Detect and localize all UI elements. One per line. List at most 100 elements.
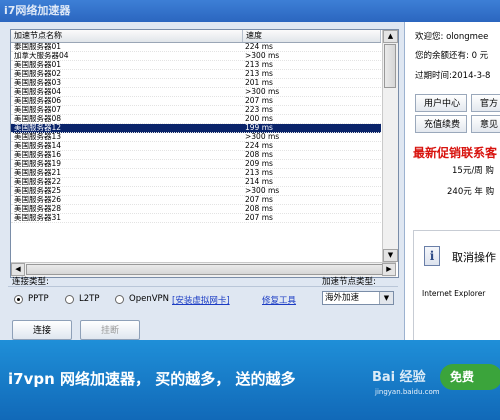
server-name-cell: 美国服务器08 bbox=[14, 115, 62, 123]
server-name-cell: 美国服务器02 bbox=[14, 70, 62, 78]
cancel-operation-text: 取消操作 bbox=[452, 251, 496, 264]
chevron-down-icon[interactable]: ▼ bbox=[379, 292, 393, 304]
server-speed-cell: >300 ms bbox=[245, 187, 280, 195]
vertical-scrollbar[interactable]: ▲ ▼ bbox=[382, 30, 398, 262]
server-name-cell: 美国服务器21 bbox=[14, 169, 62, 177]
promo-title: 最新促销联系客 bbox=[413, 146, 498, 160]
radio-openvpn[interactable] bbox=[115, 295, 124, 304]
watermark-logo: Bai 经验 bbox=[372, 370, 426, 385]
table-header: 加速节点名称 速度 bbox=[11, 30, 381, 43]
radio-openvpn-label[interactable]: OpenVPN bbox=[129, 294, 169, 304]
table-row[interactable]: 美国服务器26 207 ms bbox=[11, 196, 381, 205]
connection-type-label: 连接类型: bbox=[12, 277, 49, 287]
server-speed-cell: 201 ms bbox=[245, 79, 273, 87]
server-speed-cell: >300 ms bbox=[245, 133, 280, 141]
table-row[interactable]: 美国服务器31 207 ms bbox=[11, 214, 381, 223]
server-name-cell: 美国服务器06 bbox=[14, 97, 62, 105]
info-icon: i bbox=[424, 246, 440, 266]
server-speed-cell: >300 ms bbox=[245, 52, 280, 60]
scroll-down-icon[interactable]: ▼ bbox=[383, 249, 398, 262]
install-adapter-link[interactable]: [安装虚拟网卡] bbox=[172, 294, 230, 306]
server-name-cell: 美国服务器28 bbox=[14, 205, 62, 213]
server-name-cell: 美国服务器04 bbox=[14, 88, 62, 96]
connect-button[interactable]: 连接 bbox=[12, 320, 72, 340]
table-row[interactable]: 泰国服务器01 224 ms bbox=[11, 43, 381, 52]
promo-line-yearly: 240元 年 购 bbox=[447, 187, 495, 197]
server-speed-cell: 208 ms bbox=[245, 205, 273, 213]
node-type-select[interactable]: 海外加速 ▼ bbox=[322, 291, 394, 305]
radio-pptp-label[interactable]: PPTP bbox=[28, 294, 49, 304]
server-speed-cell: 209 ms bbox=[245, 160, 273, 168]
server-rows: 泰国服务器01 224 ms 加拿大服务器04 >300 ms 美国服务器01 213 m… bbox=[11, 43, 381, 223]
server-name-cell: 美国服务器22 bbox=[14, 178, 62, 186]
table-row[interactable]: 美国服务器01 213 ms bbox=[11, 61, 381, 70]
recharge-button[interactable]: 充值续费 bbox=[415, 115, 467, 133]
table-row[interactable]: 美国服务器12 199 ms bbox=[11, 124, 381, 133]
radio-pptp[interactable] bbox=[14, 295, 23, 304]
table-row[interactable]: 美国服务器19 209 ms bbox=[11, 160, 381, 169]
server-speed-cell: 199 ms bbox=[245, 124, 273, 132]
table-row[interactable]: 美国服务器22 214 ms bbox=[11, 178, 381, 187]
server-speed-cell: 213 ms bbox=[245, 169, 273, 177]
table-row[interactable]: 美国服务器08 200 ms bbox=[11, 115, 381, 124]
server-speed-cell: 207 ms bbox=[245, 214, 273, 222]
ad-banner[interactable]: i7vpn 网络加速器， 买的越多， 送的越多 Bai 经验 jingyan.b… bbox=[0, 340, 500, 420]
table-row[interactable]: 美国服务器25 >300 ms bbox=[11, 187, 381, 196]
server-name-cell: 美国服务器16 bbox=[14, 151, 62, 159]
banner-slogan: i7vpn 网络加速器， 买的越多， 送的越多 bbox=[8, 370, 296, 388]
node-type-label: 加速节点类型: bbox=[322, 277, 376, 287]
window-title: i7网络加速器 bbox=[0, 0, 500, 22]
server-table[interactable]: 加速节点名称 速度 泰国服务器01 224 ms 加拿大服务器04 >300 ms 美国… bbox=[10, 29, 399, 278]
scroll-right-icon[interactable]: ▶ bbox=[382, 263, 396, 276]
server-speed-cell: 207 ms bbox=[245, 196, 273, 204]
server-name-cell: 美国服务器14 bbox=[14, 142, 62, 150]
table-row[interactable]: 加拿大服务器04 >300 ms bbox=[11, 52, 381, 61]
column-header-name[interactable]: 加速节点名称 bbox=[11, 30, 243, 42]
node-type-value: 海外加速 bbox=[325, 293, 360, 303]
server-name-cell: 美国服务器19 bbox=[14, 160, 62, 168]
table-row[interactable]: 美国服务器07 223 ms bbox=[11, 106, 381, 115]
server-name-cell: 泰国服务器01 bbox=[14, 43, 62, 51]
user-center-button[interactable]: 用户中心 bbox=[415, 94, 467, 112]
server-name-cell: 美国服务器31 bbox=[14, 214, 62, 222]
official-button[interactable]: 官方 bbox=[471, 94, 500, 112]
table-row[interactable]: 美国服务器02 213 ms bbox=[11, 70, 381, 79]
account-panel: 欢迎您: olongmee 您的余额还有: 0 元 过期时间:2014-3-8 … bbox=[405, 22, 500, 340]
server-name-cell: 美国服务器25 bbox=[14, 187, 62, 195]
radio-l2tp[interactable] bbox=[65, 295, 74, 304]
notice-box: i 取消操作 Internet Explorer bbox=[413, 230, 500, 340]
column-header-speed[interactable]: 速度 bbox=[243, 30, 381, 42]
table-row[interactable]: 美国服务器13 >300 ms bbox=[11, 133, 381, 142]
table-row[interactable]: 美国服务器28 208 ms bbox=[11, 205, 381, 214]
scroll-thumb[interactable] bbox=[384, 44, 396, 88]
table-row[interactable]: 美国服务器04 >300 ms bbox=[11, 88, 381, 97]
server-speed-cell: 200 ms bbox=[245, 115, 273, 123]
server-name-cell: 美国服务器01 bbox=[14, 61, 62, 69]
feedback-button[interactable]: 意见 bbox=[471, 115, 500, 133]
watermark-url: jingyan.baidu.com bbox=[375, 388, 440, 396]
repair-tool-link[interactable]: 修复工具 bbox=[262, 294, 296, 306]
hscroll-thumb[interactable] bbox=[26, 264, 386, 275]
server-speed-cell: >300 ms bbox=[245, 88, 280, 96]
table-row[interactable]: 美国服务器16 208 ms bbox=[11, 151, 381, 160]
disconnect-button[interactable]: 挂断 bbox=[80, 320, 140, 340]
server-speed-cell: 214 ms bbox=[245, 178, 273, 186]
server-name-cell: 美国服务器03 bbox=[14, 79, 62, 87]
server-speed-cell: 213 ms bbox=[245, 61, 273, 69]
server-speed-cell: 224 ms bbox=[245, 142, 273, 150]
scroll-up-icon[interactable]: ▲ bbox=[383, 30, 398, 43]
server-name-cell: 美国服务器07 bbox=[14, 106, 62, 114]
table-row[interactable]: 美国服务器06 207 ms bbox=[11, 97, 381, 106]
radio-l2tp-label[interactable]: L2TP bbox=[79, 294, 99, 304]
server-speed-cell: 207 ms bbox=[245, 97, 273, 105]
browser-name-text: Internet Explorer bbox=[422, 289, 486, 298]
table-row[interactable]: 美国服务器21 213 ms bbox=[11, 169, 381, 178]
server-name-cell: 美国服务器13 bbox=[14, 133, 62, 141]
free-badge-button[interactable]: 免费 bbox=[440, 364, 500, 390]
server-speed-cell: 224 ms bbox=[245, 43, 273, 51]
server-speed-cell: 223 ms bbox=[245, 106, 273, 114]
table-row[interactable]: 美国服务器03 201 ms bbox=[11, 79, 381, 88]
server-name-cell: 加拿大服务器04 bbox=[14, 52, 69, 60]
server-name-cell: 美国服务器26 bbox=[14, 196, 62, 204]
table-row[interactable]: 美国服务器14 224 ms bbox=[11, 142, 381, 151]
